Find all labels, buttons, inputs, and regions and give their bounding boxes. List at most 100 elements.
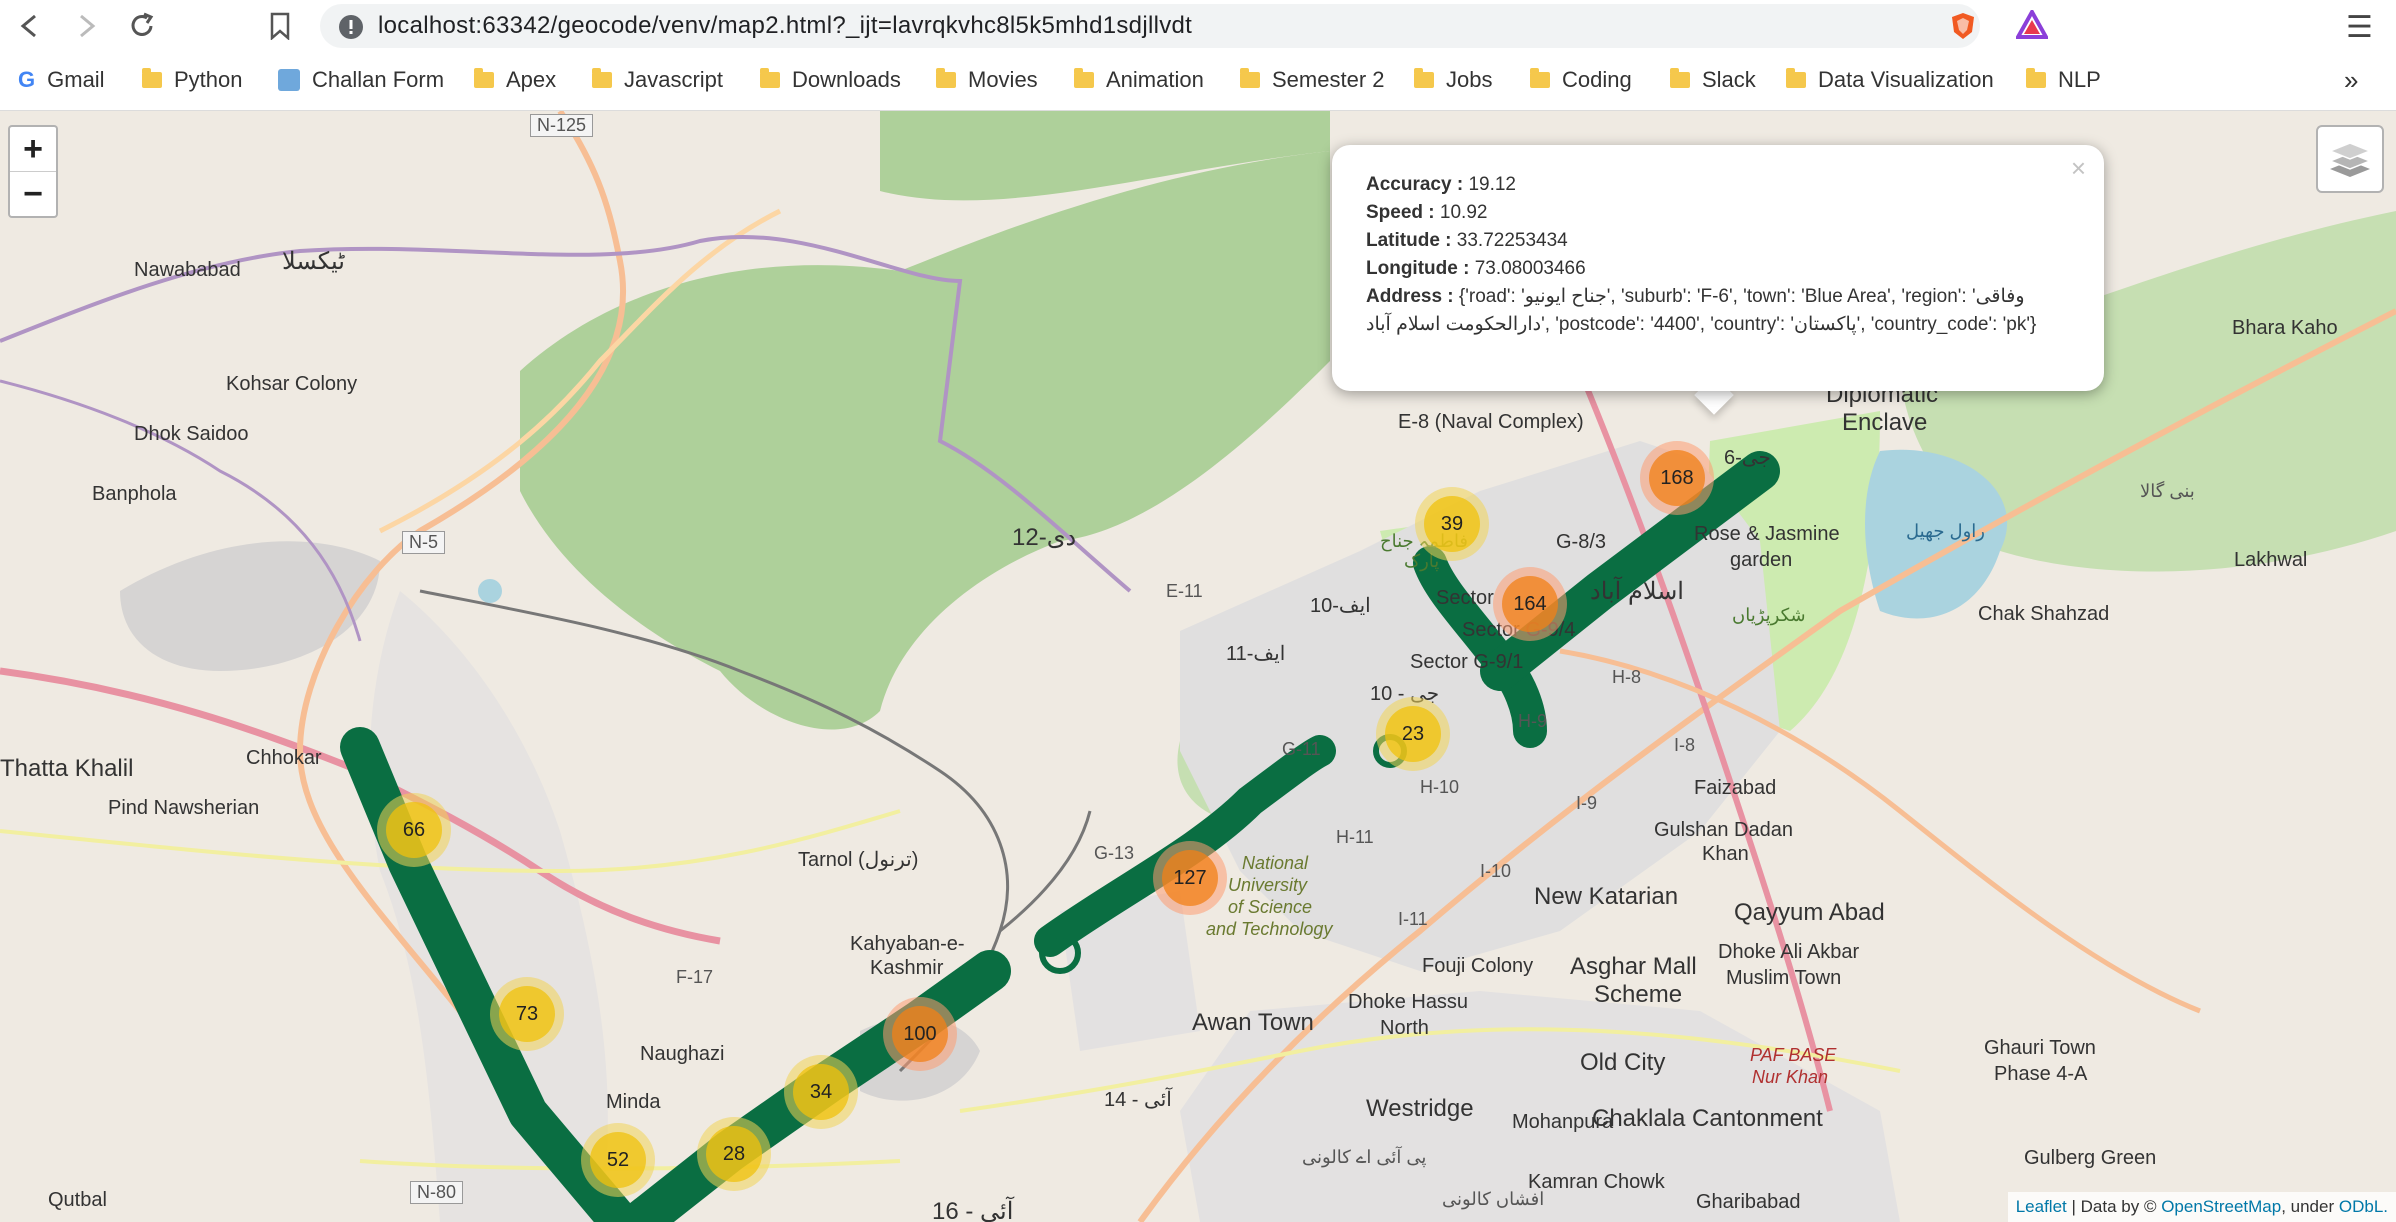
road-shield: N-5 bbox=[402, 531, 446, 554]
bookmark-apex[interactable]: Apex bbox=[474, 60, 556, 100]
place-label: Kamran Chowk bbox=[1528, 1171, 1665, 1193]
odbl-link[interactable]: ODbL. bbox=[2339, 1197, 2388, 1217]
place-label: PAF BASE bbox=[1750, 1045, 1837, 1065]
bookmark-movies[interactable]: Movies bbox=[936, 60, 1038, 100]
sector-label: آئی - 14 bbox=[1104, 1089, 1172, 1111]
bookmark-data-visualization[interactable]: Data Visualization bbox=[1786, 60, 1994, 100]
bookmark-animation[interactable]: Animation bbox=[1074, 60, 1204, 100]
bookmark-label: Challan Form bbox=[312, 67, 445, 92]
sector-label: جی-6 bbox=[1724, 447, 1771, 469]
bookmark-label: Python bbox=[174, 67, 243, 92]
zoom-control: + − bbox=[8, 125, 58, 218]
marker-cluster[interactable]: 127 bbox=[1153, 841, 1227, 915]
place-label: Enclave bbox=[1842, 409, 1928, 436]
cluster-count: 52 bbox=[590, 1132, 646, 1188]
place-label: افشاں کالونی bbox=[1442, 1189, 1545, 1209]
leaflet-link[interactable]: Leaflet bbox=[2016, 1197, 2067, 1217]
marker-cluster[interactable]: 73 bbox=[490, 977, 564, 1051]
bookmark-icon[interactable] bbox=[260, 6, 300, 46]
marker-cluster[interactable]: 164 bbox=[1493, 567, 1567, 641]
bookmark-label: Downloads bbox=[792, 67, 901, 92]
place-label: Faizabad bbox=[1694, 777, 1777, 799]
road-shield: N-80 bbox=[410, 1181, 464, 1204]
place-label: Dhoke Ali Akbar bbox=[1718, 941, 1860, 963]
place-label: Chaklala Cantonment bbox=[1592, 1105, 1823, 1132]
bookmark-label: Data Visualization bbox=[1818, 67, 1994, 92]
place-label: Rose & Jasmine bbox=[1694, 523, 1840, 545]
place-label: Pind Nawsherian bbox=[108, 797, 260, 819]
popup-row-accuracy: Accuracy : 19.12 bbox=[1366, 171, 2066, 199]
place-label: Minda bbox=[606, 1091, 661, 1113]
marker-cluster[interactable]: 28 bbox=[697, 1117, 771, 1191]
map-container[interactable]: Nawababad ٹیکسلا Kohsar Colony Dhok Said… bbox=[0, 111, 2396, 1222]
place-label: Qayyum Abad bbox=[1734, 899, 1885, 926]
place-label: ٹیکسلا bbox=[282, 248, 345, 275]
folder-icon bbox=[1670, 68, 1690, 88]
bookmark-label: Gmail bbox=[47, 67, 105, 92]
forward-icon[interactable] bbox=[66, 6, 106, 46]
sector-label: I-11 bbox=[1398, 909, 1428, 929]
address-bar[interactable]: localhost:63342/geocode/venv/map2.html?_… bbox=[320, 4, 1980, 48]
marker-cluster[interactable]: 168 bbox=[1640, 441, 1714, 515]
url-text[interactable]: localhost:63342/geocode/venv/map2.html?_… bbox=[378, 12, 1192, 40]
bookmark-nlp[interactable]: NLP bbox=[2026, 60, 2101, 100]
zoom-out-button[interactable]: − bbox=[10, 172, 56, 216]
sector-label: G-11 bbox=[1282, 739, 1321, 759]
osm-link[interactable]: OpenStreetMap bbox=[2161, 1197, 2281, 1217]
sector-label: I-9 bbox=[1576, 793, 1598, 813]
layers-control[interactable] bbox=[2316, 125, 2384, 193]
cluster-count: 23 bbox=[1385, 706, 1441, 762]
menu-icon[interactable]: ☰ bbox=[2346, 10, 2373, 45]
brave-shield-icon[interactable] bbox=[1950, 12, 1976, 45]
place-label: Phase 4-A bbox=[1994, 1063, 2088, 1085]
road-shield: N-125 bbox=[530, 114, 594, 137]
back-icon[interactable] bbox=[10, 6, 50, 46]
place-label: Scheme bbox=[1594, 981, 1683, 1008]
bookmark-gmail[interactable]: G Gmail bbox=[18, 60, 105, 100]
field-label: Latitude : bbox=[1366, 230, 1452, 251]
bookmark-downloads[interactable]: Downloads bbox=[760, 60, 901, 100]
place-label: Old City bbox=[1580, 1049, 1666, 1076]
place-label: Thatta Khalil bbox=[0, 755, 134, 782]
cluster-count: 164 bbox=[1502, 576, 1558, 632]
city-label: اسلام آباد bbox=[1590, 578, 1684, 605]
bookmark-python[interactable]: Python bbox=[142, 60, 243, 100]
marker-cluster[interactable]: 66 bbox=[377, 793, 451, 867]
sector-label: I-10 bbox=[1480, 861, 1512, 881]
place-label: Westridge bbox=[1366, 1095, 1474, 1122]
sector-label: ایف-11 bbox=[1226, 643, 1286, 665]
cluster-count: 73 bbox=[499, 986, 555, 1042]
info-popup: × Accuracy : 19.12 Speed : 10.92 Latitud… bbox=[1332, 145, 2104, 391]
sector-label: G-8/3 bbox=[1556, 531, 1607, 553]
water-body bbox=[478, 579, 502, 603]
marker-cluster[interactable]: 34 bbox=[784, 1055, 858, 1129]
bookmark-semester-2[interactable]: Semester 2 bbox=[1240, 60, 1385, 100]
bookmark-javascript[interactable]: Javascript bbox=[592, 60, 723, 100]
sector-label: H-8 bbox=[1612, 667, 1642, 687]
place-label: Kohsar Colony bbox=[226, 373, 358, 395]
bookmark-jobs[interactable]: Jobs bbox=[1414, 60, 1492, 100]
place-label: Awan Town bbox=[1192, 1009, 1314, 1036]
reload-icon[interactable] bbox=[122, 6, 162, 46]
folder-icon bbox=[2026, 68, 2046, 88]
marker-cluster[interactable]: 52 bbox=[581, 1123, 655, 1197]
marker-cluster[interactable]: 23 bbox=[1376, 697, 1450, 771]
zoom-in-button[interactable]: + bbox=[10, 127, 56, 172]
close-icon[interactable]: × bbox=[2071, 153, 2086, 184]
field-value: 10.92 bbox=[1439, 202, 1488, 223]
place-label: Chak Shahzad bbox=[1978, 603, 2110, 625]
place-label: Tarnol (ترنول) bbox=[798, 849, 919, 871]
bookmark-label: Movies bbox=[968, 67, 1038, 92]
sector-label: H-9 bbox=[1518, 711, 1548, 731]
bookmark-slack[interactable]: Slack bbox=[1670, 60, 1756, 100]
bookmarks-overflow-icon[interactable]: » bbox=[2344, 60, 2358, 100]
bookmark-challan-form[interactable]: Challan Form bbox=[278, 60, 444, 100]
marker-cluster[interactable]: 39 bbox=[1415, 487, 1489, 561]
bookmark-label: Slack bbox=[1702, 67, 1756, 92]
place-label: Nawababad bbox=[134, 259, 241, 281]
field-value: 33.72253434 bbox=[1456, 230, 1568, 251]
brave-rewards-icon[interactable] bbox=[2014, 7, 2050, 45]
marker-cluster[interactable]: 100 bbox=[883, 997, 957, 1071]
bookmark-coding[interactable]: Coding bbox=[1530, 60, 1632, 100]
info-icon[interactable] bbox=[338, 14, 364, 45]
